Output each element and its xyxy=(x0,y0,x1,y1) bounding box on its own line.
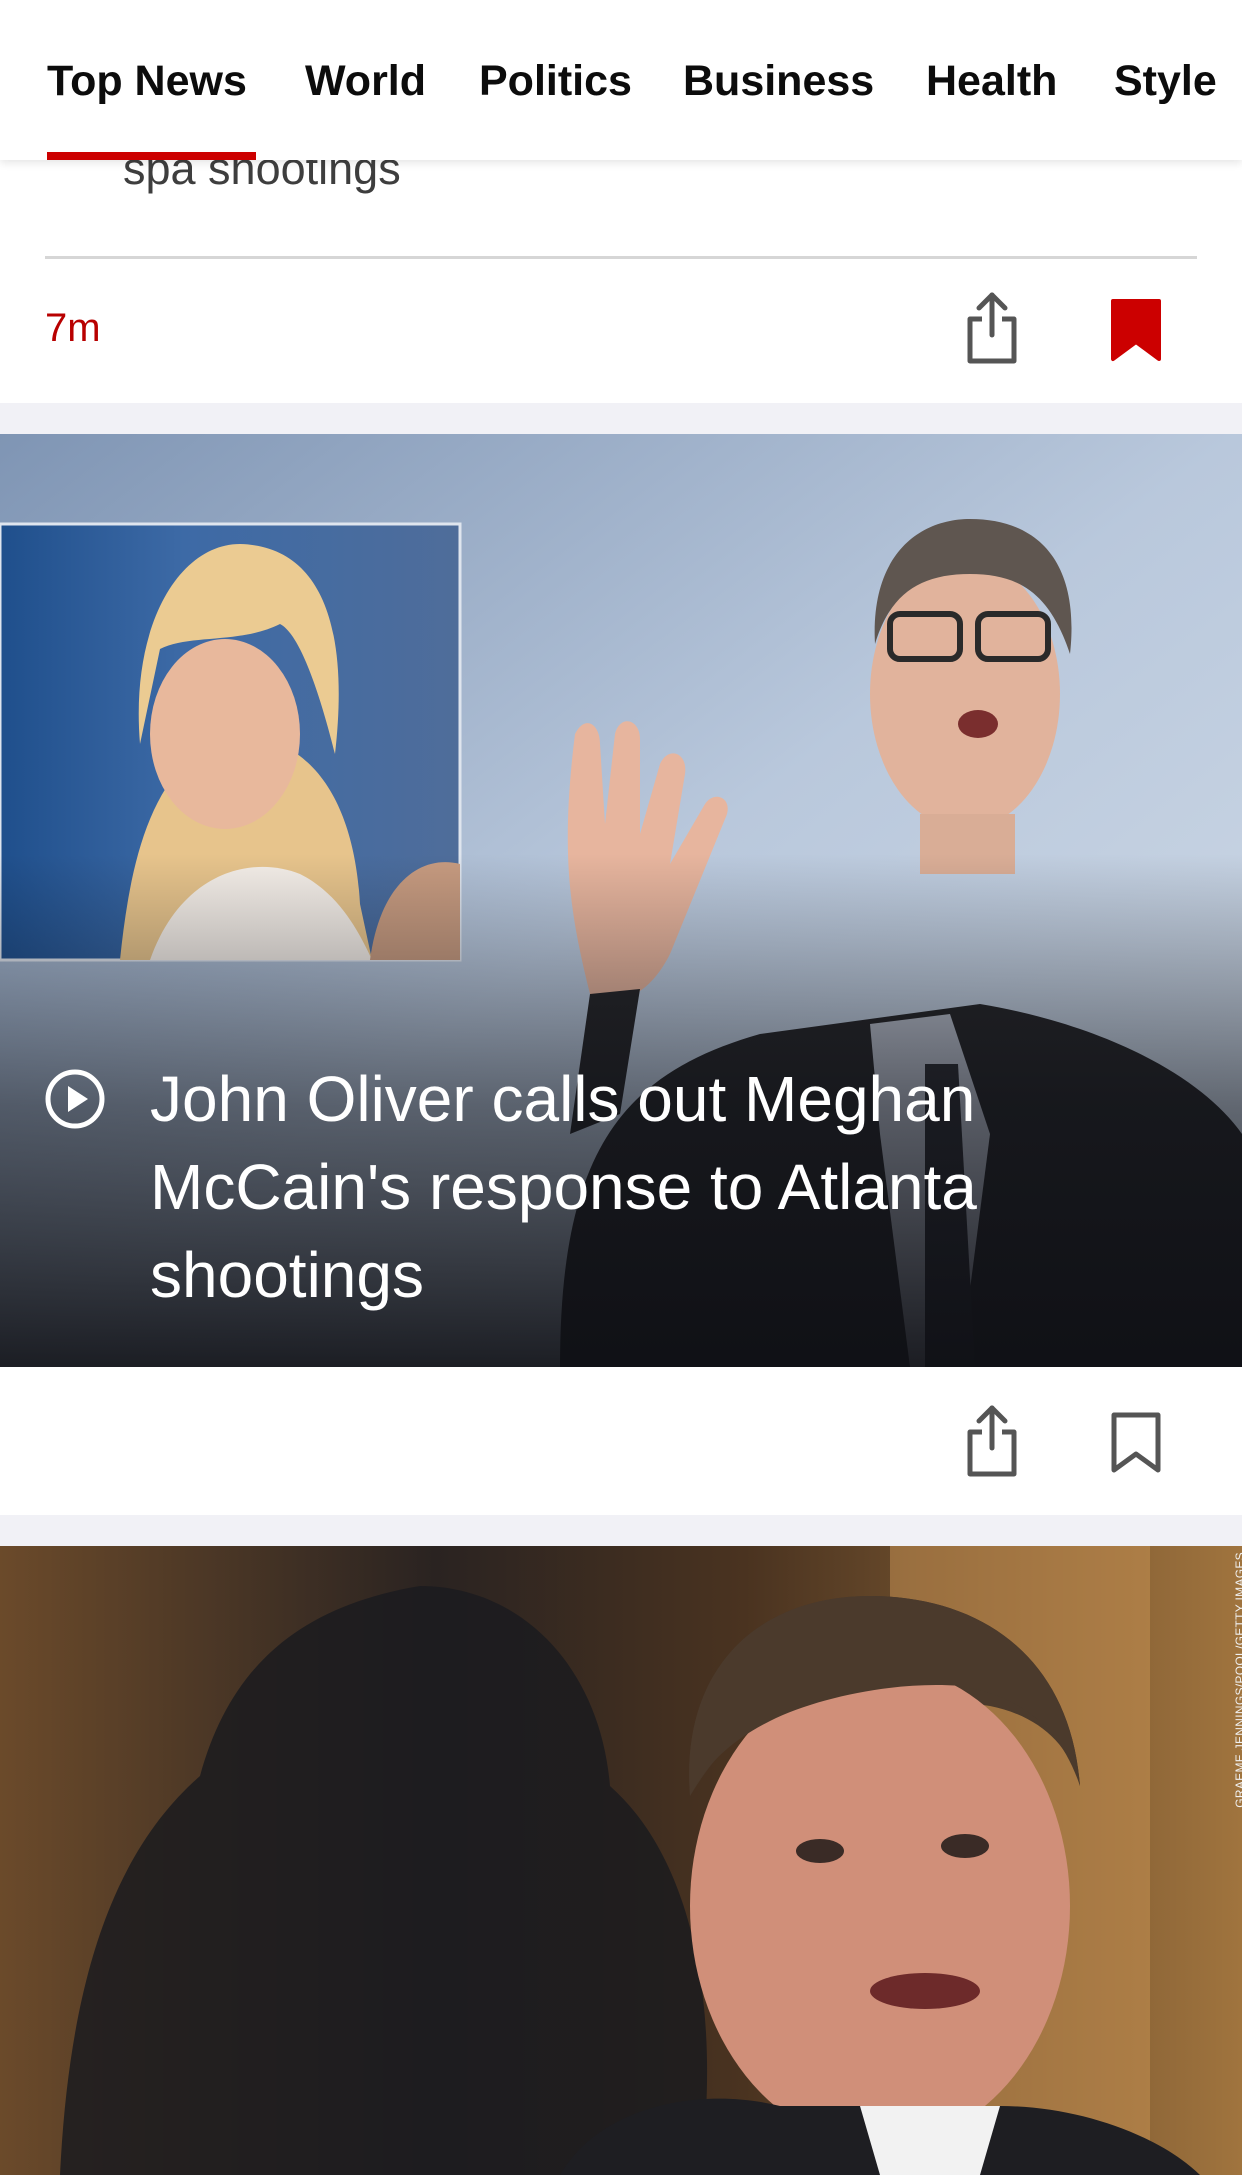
video-headline[interactable]: John Oliver calls out Meghan McCain's re… xyxy=(150,1055,1130,1319)
play-circle-icon[interactable] xyxy=(44,1068,106,1130)
photo-credit: GRAEME JENNINGS/POOL/GETTY IMAGES xyxy=(1233,1552,1242,1808)
tab-health[interactable]: Health xyxy=(926,56,1057,106)
tab-world[interactable]: World xyxy=(305,56,426,106)
selected-tab-indicator xyxy=(47,152,256,160)
story-image[interactable] xyxy=(0,1546,1242,2175)
story-timestamp: 7m xyxy=(45,306,101,350)
tab-top-news[interactable]: Top News xyxy=(47,56,247,106)
story-actions xyxy=(0,1367,1242,1515)
bookmark-filled-icon[interactable] xyxy=(1104,292,1168,368)
tab-politics[interactable]: Politics xyxy=(479,56,632,106)
bookmark-outline-icon[interactable] xyxy=(1104,1405,1168,1481)
divider xyxy=(45,256,1197,259)
share-icon[interactable] xyxy=(960,1403,1024,1479)
section-tab-bar: Top News World Politics Business Health … xyxy=(0,0,1242,160)
tab-business[interactable]: Business xyxy=(683,56,874,106)
tab-style[interactable]: Style xyxy=(1114,56,1217,106)
story-photo xyxy=(0,1546,1242,2175)
share-icon[interactable] xyxy=(960,290,1024,366)
